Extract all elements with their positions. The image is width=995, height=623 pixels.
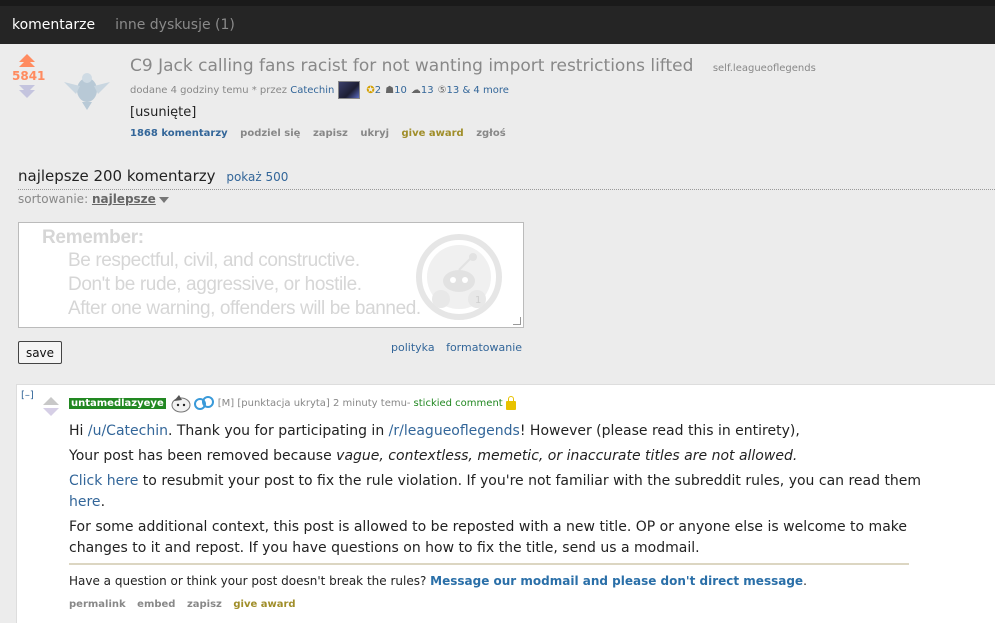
chevron-down-icon[interactable] — [158, 196, 169, 203]
show-more-link[interactable]: pokaż 500 — [226, 170, 288, 184]
gold-award-icon: ✪ — [366, 84, 375, 96]
comment-paragraph-2: Your post has been removed because vague… — [69, 448, 798, 464]
award-gold[interactable]: ✪2 — [366, 85, 381, 96]
sort-menu: sortowanie: najlepsze — [18, 192, 169, 206]
comment-paragraph-1: Hi /u/Catechin. Thank you for participat… — [69, 423, 800, 439]
post-tagline: dodane 4 godziny temu * przez Catechin ✪… — [130, 81, 511, 99]
score-hidden: [punktacja ukryta] — [237, 397, 330, 409]
save-link[interactable]: zapisz — [313, 128, 348, 139]
subreddit-link[interactable]: /r/leagueoflegends — [389, 423, 520, 439]
collapse-toggle[interactable]: [–] — [21, 390, 34, 401]
comment-give-award-link[interactable]: give award — [233, 599, 295, 610]
save-button[interactable]: save — [18, 341, 62, 364]
downvote-arrow-icon[interactable] — [43, 408, 59, 416]
post-tagline-text: dodane 4 godziny temu * przez — [130, 84, 288, 96]
stickied-comment: [–] untamedlazyeye [M] [punktacja ukryta… — [16, 384, 995, 623]
divider — [18, 189, 995, 190]
post-title-link[interactable]: C9 Jack calling fans racist for not want… — [130, 56, 693, 76]
award-third[interactable]: ☁13 — [411, 85, 434, 96]
comment-footer-note: Have a question or think your post doesn… — [69, 574, 807, 588]
author-avatar — [338, 81, 361, 99]
lock-icon — [505, 395, 516, 410]
award-silver[interactable]: ☗10 — [385, 85, 407, 96]
post-vote: 5841 — [12, 54, 46, 98]
user-link[interactable]: /u/Catechin — [88, 423, 168, 439]
modmail-link[interactable]: Message our modmail and please don't dir… — [430, 574, 803, 588]
rules-link[interactable]: here — [69, 494, 101, 510]
comments-count-link[interactable]: 1868 komentarzy — [130, 128, 228, 139]
removal-reason: vague, contextless, memetic, or inaccura… — [336, 448, 798, 464]
report-link[interactable]: zgłoś — [476, 128, 506, 139]
coin-award-icon: ⑤ — [437, 84, 447, 96]
tagline-separator: - — [406, 397, 411, 409]
post-domain[interactable]: self.leagueoflegends — [713, 63, 816, 74]
post-buttons: 1868 komentarzy podziel się zapisz ukryj… — [130, 128, 515, 139]
hide-link[interactable]: ukryj — [360, 128, 389, 139]
self-post-thumbnail-icon[interactable] — [62, 64, 112, 114]
silver-award-icon: ☗ — [385, 84, 395, 96]
author-flair — [170, 393, 216, 413]
share-button[interactable]: podziel się — [240, 128, 300, 139]
award-fourth[interactable]: ⑤13 & 4 more — [438, 85, 509, 96]
downvote-arrow-icon-stack — [19, 90, 35, 98]
comment-divider — [69, 563, 909, 565]
form-links: polityka formatowanie — [391, 341, 530, 354]
sort-dropdown[interactable]: najlepsze — [92, 192, 156, 206]
post-title-row: C9 Jack calling fans racist for not want… — [130, 56, 816, 76]
comment-save-link[interactable]: zapisz — [187, 599, 222, 610]
formatting-link[interactable]: formatowanie — [446, 341, 522, 354]
svg-text:1: 1 — [475, 295, 481, 306]
post-body-deleted: [usunięte] — [130, 105, 197, 120]
post-author-link[interactable]: Catechin — [290, 85, 334, 96]
upvote-arrow-icon[interactable] — [43, 397, 59, 405]
permalink-link[interactable]: permalink — [69, 599, 126, 610]
cloud9-logo-icon — [193, 396, 214, 410]
comment-tagline: untamedlazyeye [M] [punktacja ukryta] 2 … — [69, 393, 516, 413]
sort-label: sortowanie: — [18, 192, 89, 206]
embed-link[interactable]: embed — [137, 599, 175, 610]
comments-header: najlepsze 200 komentarzy pokaż 500 — [18, 167, 288, 185]
moderator-author-link[interactable]: untamedlazyeye — [69, 397, 166, 409]
comment-buttons: permalink embed zapisz give award — [69, 599, 304, 610]
comment-paragraph-4: For some additional context, this post i… — [69, 519, 907, 556]
comment-time: 2 minuty temu — [333, 397, 407, 409]
comment-vote — [43, 397, 59, 416]
snoo-mascot-icon: 1 — [416, 234, 502, 320]
upvote-arrow-icon-stack — [19, 59, 35, 67]
policy-link[interactable]: polityka — [391, 341, 435, 354]
moderator-flag[interactable]: [M] — [218, 398, 234, 409]
comments-header-title: najlepsze 200 komentarzy — [18, 167, 216, 185]
resize-handle[interactable] — [513, 317, 521, 325]
tab-bar: komentarze inne dyskusje (1) — [0, 6, 995, 44]
tab-other-discussions[interactable]: inne dyskusje (1) — [115, 17, 235, 33]
resubmit-link[interactable]: Click here — [69, 473, 138, 489]
stickied-label: stickied comment — [413, 397, 503, 409]
comment-paragraph-3: Click here to resubmit your post to fix … — [69, 473, 922, 510]
cloud-award-icon: ☁ — [410, 84, 421, 96]
poro-flair-icon — [171, 395, 191, 413]
comment-textarea[interactable]: Remember: Be respectful, civil, and cons… — [18, 222, 524, 328]
tab-comments[interactable]: komentarze — [12, 17, 95, 33]
comment-body: Hi /u/Catechin. Thank you for participat… — [69, 421, 929, 596]
post-score: 5841 — [12, 69, 46, 83]
give-award-link[interactable]: give award — [402, 128, 464, 139]
